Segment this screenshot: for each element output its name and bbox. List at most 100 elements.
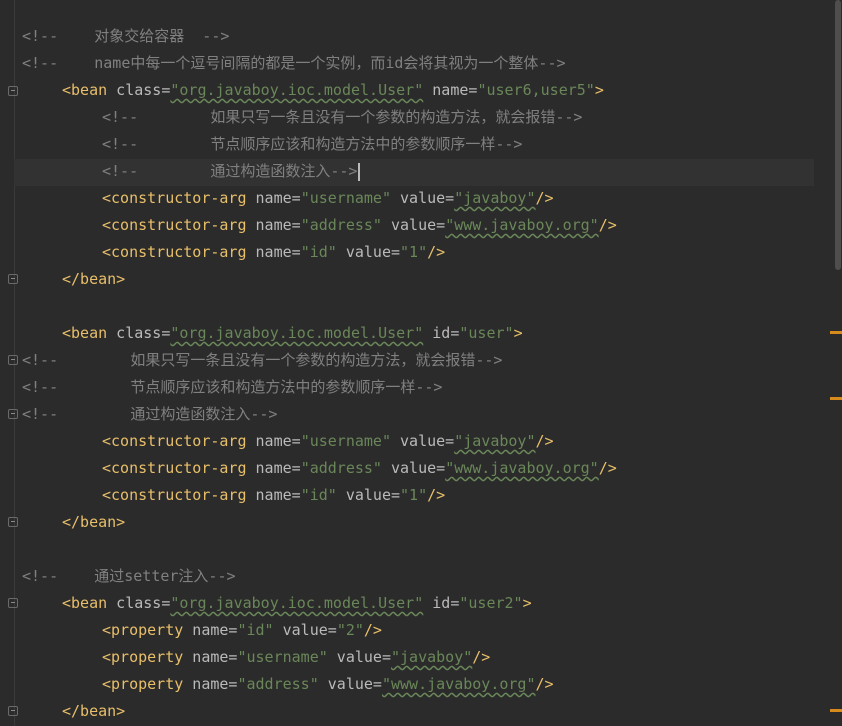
xml-tag-end: > <box>513 324 523 342</box>
xml-attr: name= <box>183 675 238 693</box>
code-line-15: <!-- 通过构造函数注入--> <box>22 401 277 428</box>
xml-tag: <constructor-arg <box>102 216 247 234</box>
code-line-24: <property name="username" value="javaboy… <box>102 644 490 671</box>
xml-comment: <!-- 通过构造函数注入--> <box>102 162 358 180</box>
xml-value: "www.javaboy.org" <box>445 459 599 477</box>
xml-tag: <constructor-arg <box>102 459 247 477</box>
xml-tag: <constructor-arg <box>102 243 247 261</box>
xml-attr: name= <box>423 81 478 99</box>
xml-attr: name= <box>246 216 301 234</box>
xml-tag: </bean> <box>62 270 126 288</box>
xml-value: "javaboy" <box>454 432 536 450</box>
code-line-2: <!-- name中每一个逗号间隔的都是一个实例，而id会将其视为一个整体--> <box>22 50 566 77</box>
xml-value: "user6,user5" <box>477 81 595 99</box>
xml-value: "www.javaboy.org" <box>445 216 599 234</box>
text-caret <box>358 162 361 181</box>
code-line-3: <bean class="org.javaboy.ioc.model.User"… <box>62 77 604 104</box>
xml-attr: name= <box>246 243 301 261</box>
xml-attr: name= <box>183 648 238 666</box>
xml-comment: <!-- 节点顺序应该和构造方法中的参数顺序一样--> <box>22 378 443 396</box>
xml-tag: <property <box>102 621 184 639</box>
warning-marker[interactable] <box>830 331 842 334</box>
xml-value: "org.javaboy.ioc.model.User" <box>170 594 424 612</box>
code-line-16: <constructor-arg name="username" value="… <box>102 428 554 455</box>
warning-marker[interactable] <box>830 397 842 400</box>
xml-tag-end: > <box>594 81 604 99</box>
scrollbar-thumb[interactable] <box>835 0 841 270</box>
xml-tag: <bean <box>62 324 108 342</box>
xml-comment: <!-- 节点顺序应该和构造方法中的参数顺序一样--> <box>102 135 523 153</box>
xml-attr: value= <box>273 621 337 639</box>
xml-attr: value= <box>381 216 446 234</box>
xml-attr: class= <box>107 594 171 612</box>
xml-value: "id" <box>300 486 337 504</box>
xml-tag: <bean <box>62 594 108 612</box>
xml-attr: name= <box>246 432 301 450</box>
xml-value: "www.javaboy.org" <box>381 675 536 693</box>
xml-attr: value= <box>327 648 391 666</box>
vertical-scrollbar[interactable] <box>828 0 842 726</box>
xml-value: "address" <box>300 216 382 234</box>
code-line-9: <constructor-arg name="id" value="1"/> <box>102 239 445 266</box>
xml-tag: <constructor-arg <box>102 486 247 504</box>
xml-comment: <!-- 通过setter注入--> <box>22 567 236 585</box>
xml-value: "org.javaboy.ioc.model.User" <box>170 81 424 99</box>
xml-comment: <!-- 对象交给容器 --> <box>22 27 230 45</box>
xml-tag: <constructor-arg <box>102 432 247 450</box>
code-editor[interactable]: <!-- 对象交给容器 --> <!-- name中每一个逗号间隔的都是一个实例… <box>0 0 828 726</box>
xml-tag-end: /> <box>427 243 446 261</box>
xml-attr: value= <box>381 459 446 477</box>
xml-attr: value= <box>391 189 455 207</box>
xml-tag-end: /> <box>427 486 446 504</box>
xml-value: "1" <box>400 243 428 261</box>
code-line-10: </bean> <box>62 266 125 293</box>
xml-tag: </bean> <box>62 702 126 720</box>
xml-value: "id" <box>300 243 337 261</box>
code-line-8: <constructor-arg name="address" value="w… <box>102 212 617 239</box>
xml-attr: class= <box>107 324 171 342</box>
code-line-18: <constructor-arg name="id" value="1"/> <box>102 482 445 509</box>
code-line-21: <!-- 通过setter注入--> <box>22 563 236 590</box>
xml-attr: id= <box>423 324 460 342</box>
xml-value: "javaboy" <box>391 648 473 666</box>
code-line-12: <bean class="org.javaboy.ioc.model.User"… <box>62 320 523 347</box>
xml-value: "user2" <box>459 594 523 612</box>
xml-tag: </bean> <box>62 513 126 531</box>
xml-attr: class= <box>107 81 171 99</box>
warning-marker[interactable] <box>830 709 842 712</box>
xml-value: "id" <box>237 621 274 639</box>
xml-value: "address" <box>237 675 319 693</box>
code-line-7: <constructor-arg name="username" value="… <box>102 185 554 212</box>
code-line-4: <!-- 如果只写一条且没有一个参数的构造方法，就会报错--> <box>102 104 582 131</box>
code-line-1: <!-- 对象交给容器 --> <box>22 23 229 50</box>
xml-tag-end: /> <box>598 216 617 234</box>
xml-tag-end: /> <box>598 459 617 477</box>
code-line-26: </bean> <box>62 698 125 725</box>
code-line-5: <!-- 节点顺序应该和构造方法中的参数顺序一样--> <box>102 131 522 158</box>
xml-comment: <!-- name中每一个逗号间隔的都是一个实例，而id会将其视为一个整体--> <box>22 54 566 72</box>
xml-attr: name= <box>246 189 301 207</box>
xml-value: "1" <box>400 486 428 504</box>
xml-attr: name= <box>246 486 301 504</box>
xml-tag-end: /> <box>535 432 554 450</box>
code-line-22: <bean class="org.javaboy.ioc.model.User"… <box>62 590 532 617</box>
xml-value: "user" <box>459 324 514 342</box>
xml-tag-end: /> <box>363 621 382 639</box>
xml-comment: <!-- 通过构造函数注入--> <box>22 405 278 423</box>
code-line-6: <!-- 通过构造函数注入--> <box>102 158 361 185</box>
xml-value: "2" <box>336 621 364 639</box>
xml-tag-end: /> <box>472 648 491 666</box>
code-line-14: <!-- 节点顺序应该和构造方法中的参数顺序一样--> <box>22 374 442 401</box>
xml-comment: <!-- 如果只写一条且没有一个参数的构造方法，就会报错--> <box>22 351 503 369</box>
xml-value: "username" <box>300 189 391 207</box>
xml-attr: value= <box>336 486 401 504</box>
code-line-19: </bean> <box>62 509 125 536</box>
xml-value: "address" <box>300 459 382 477</box>
xml-attr: value= <box>391 432 455 450</box>
xml-attr: value= <box>336 243 401 261</box>
xml-attr: name= <box>246 459 301 477</box>
xml-attr: id= <box>423 594 460 612</box>
xml-tag: <constructor-arg <box>102 189 247 207</box>
xml-tag-end: > <box>522 594 532 612</box>
xml-tag-end: /> <box>535 189 554 207</box>
